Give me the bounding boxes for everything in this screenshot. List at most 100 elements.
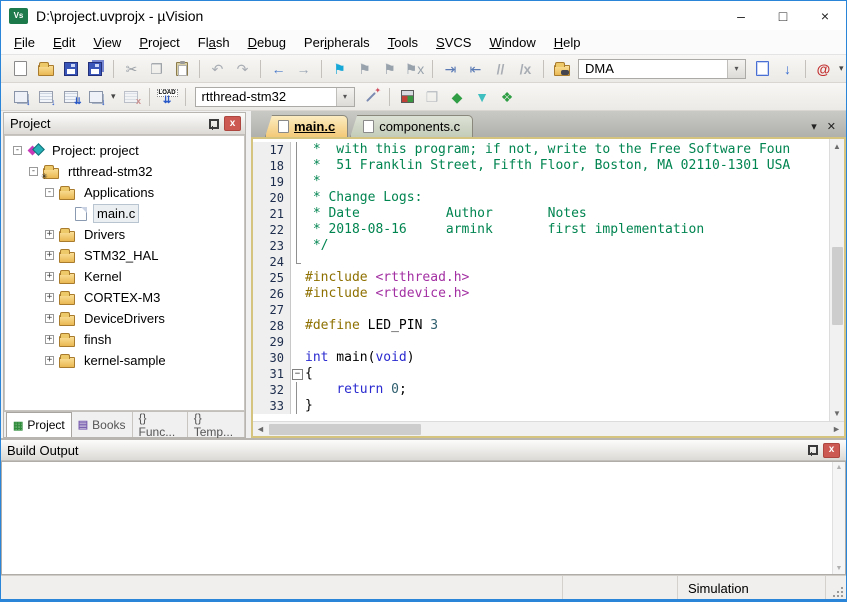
tab-books[interactable]: ▤Books [72,412,133,437]
indent-button[interactable]: ⇥ [439,57,462,80]
close-button[interactable]: × [804,1,846,30]
pack-installer-button[interactable]: ❖ [496,85,519,108]
code-line-28[interactable]: 28#define LED_PIN 3 [253,318,829,334]
menu-project[interactable]: Project [130,32,188,53]
manage-rte-button[interactable]: ◆ [446,85,469,108]
tree-item-cortex-m3[interactable]: +CORTEX-M3 [5,287,244,308]
expand-icon[interactable]: + [45,230,54,239]
rebuild-button[interactable] [59,85,82,108]
code-line-30[interactable]: 30int main(void) [253,350,829,366]
insert-bookmark-button[interactable]: ⚑ [328,57,351,80]
menu-svcs[interactable]: SVCS [427,32,480,53]
collapse-icon[interactable]: - [29,167,38,176]
build-output-close-icon[interactable]: x [823,443,840,458]
manage-project-items-button[interactable] [396,85,419,108]
tab-main-c[interactable]: main.c [265,115,348,137]
books-window-button[interactable]: ❐ [421,85,444,108]
menu-window[interactable]: Window [480,32,544,53]
code-line-19[interactable]: 19 * [253,174,829,190]
next-bookmark-button[interactable]: ⚑ [378,57,401,80]
code-line-22[interactable]: 22 * 2018-08-16 armink first implementat… [253,222,829,238]
collapse-icon[interactable]: - [45,188,54,197]
target-select-combo[interactable]: rtthread-stm32▾ [195,87,355,107]
target-options-button[interactable] [360,85,383,108]
clear-bookmarks-button[interactable]: ⚑x [403,57,426,80]
expand-icon[interactable]: + [45,335,54,344]
editor-close-icon[interactable]: ✕ [827,120,836,133]
tree-item-drivers[interactable]: +Drivers [5,224,244,245]
select-packs-button[interactable]: ▼ [471,85,494,108]
code-line-26[interactable]: 26#include <rtdevice.h> [253,286,829,302]
unindent-button[interactable]: ⇤ [464,57,487,80]
code-line-32[interactable]: 32 return 0; [253,382,829,398]
editor-horizontal-scrollbar[interactable]: ◄ ► [253,421,844,436]
menu-file[interactable]: File [5,32,44,53]
find-in-files-button[interactable] [550,57,573,80]
code-line-27[interactable]: 27 [253,302,829,318]
tab-project[interactable]: ▦Project [6,412,72,437]
tree-item-applications[interactable]: -Applications [5,182,244,203]
download-button[interactable]: LOAD⇊ [156,85,179,108]
tree-item-main-c[interactable]: main.c [5,203,244,224]
build-output-pin-icon[interactable] [806,444,817,456]
code-line-18[interactable]: 18 * 51 Franklin Street, Fifth Floor, Bo… [253,158,829,174]
code-line-24[interactable]: 24 [253,254,829,270]
menu-edit[interactable]: Edit [44,32,84,53]
scroll-right-icon[interactable]: ► [829,422,844,436]
menu-view[interactable]: View [84,32,130,53]
paste-button[interactable] [170,57,193,80]
expand-icon[interactable]: + [45,314,54,323]
build-button[interactable] [34,85,57,108]
stop-build-button[interactable] [120,85,143,108]
redo-button[interactable]: ↷ [231,57,254,80]
save-all-button[interactable] [84,57,107,80]
bo-scroll-up-icon[interactable]: ▲ [836,464,843,471]
incremental-find-button[interactable]: ↓ [776,57,799,80]
search-combo[interactable]: DMA▾ [578,59,746,79]
expand-icon[interactable]: + [45,356,54,365]
code-line-21[interactable]: 21 * Date Author Notes [253,206,829,222]
build-output-scrollbar[interactable]: ▲▼ [832,462,845,574]
maximize-button[interactable]: □ [762,1,804,30]
tree-item-rtthread-stm32[interactable]: -rtthread-stm32 [5,161,244,182]
comment-button[interactable]: // [489,57,512,80]
search-combo-dropdown-icon[interactable]: ▾ [727,60,745,78]
menu-help[interactable]: Help [545,32,590,53]
tab-components-c[interactable]: components.c [350,115,473,137]
code-line-33[interactable]: 33} [253,398,829,414]
previous-bookmark-button[interactable]: ⚑ [353,57,376,80]
tree-item-project-project[interactable]: -Project: project [5,140,244,161]
menu-debug[interactable]: Debug [239,32,295,53]
code-line-29[interactable]: 29 [253,334,829,350]
code-line-20[interactable]: 20 * Change Logs: [253,190,829,206]
minimize-button[interactable]: – [720,1,762,30]
vertical-scroll-thumb[interactable] [832,247,843,325]
code-editor[interactable]: 17 * with this program; if not, write to… [253,139,829,421]
tree-item-devicedrivers[interactable]: +DeviceDrivers [5,308,244,329]
batch-build-dropdown[interactable]: ▾ [109,91,118,102]
undo-button[interactable]: ↶ [206,57,229,80]
tree-item-finsh[interactable]: +finsh [5,329,244,350]
find-dialog-button[interactable] [751,57,774,80]
navigate-forward-button[interactable]: → [292,57,315,80]
new-file-button[interactable] [9,57,32,80]
project-panel-close-icon[interactable]: x [224,116,241,131]
tab-templates[interactable]: {} Temp... [188,412,245,437]
code-line-31[interactable]: 31{ [253,366,829,382]
batch-build-button[interactable] [84,85,107,108]
tab-functions[interactable]: {} Func... [133,412,188,437]
collapse-icon[interactable]: - [13,146,22,155]
pin-icon[interactable] [207,118,218,130]
tree-item-stm32-hal[interactable]: +STM32_HAL [5,245,244,266]
horizontal-scroll-thumb[interactable] [269,424,421,435]
translate-button[interactable] [9,85,32,108]
build-output-content[interactable] [2,462,832,574]
expand-icon[interactable]: + [45,293,54,302]
expand-icon[interactable]: + [45,251,54,260]
scroll-left-icon[interactable]: ◄ [253,422,268,436]
resize-grip[interactable] [825,576,846,600]
open-file-button[interactable] [34,57,57,80]
tree-item-kernel[interactable]: +Kernel [5,266,244,287]
code-line-23[interactable]: 23 */ [253,238,829,254]
help-assistant-dropdown[interactable]: ▾ [837,63,846,74]
